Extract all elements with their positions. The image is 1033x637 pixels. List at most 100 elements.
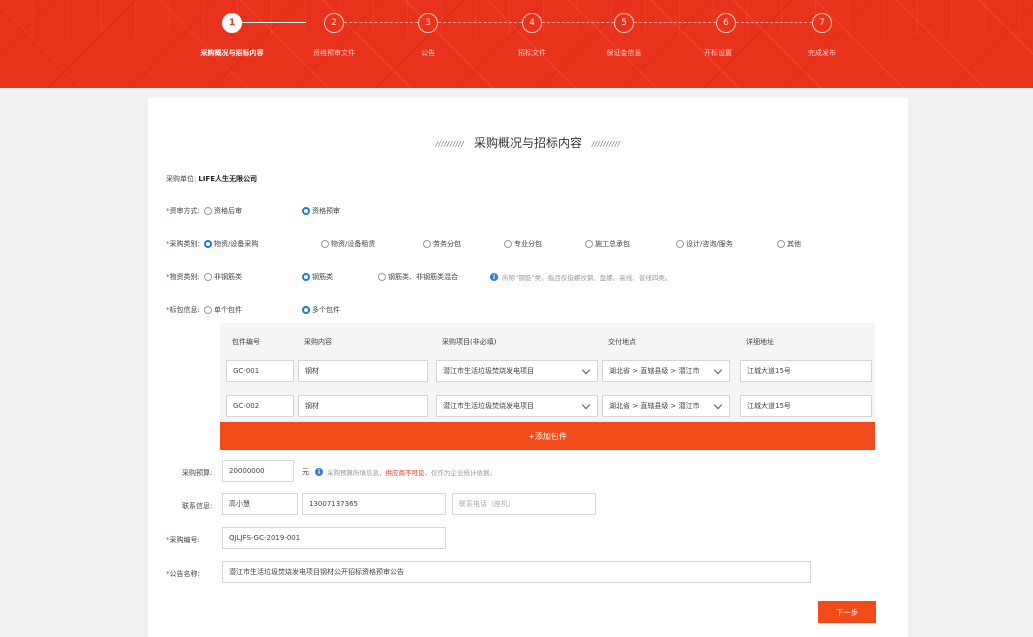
radio-icon [585,240,593,248]
package-option-multiple[interactable]: 多个包件 [302,305,340,315]
header-address: 详细地址 [746,338,774,346]
header-project: 采购项目(非必填) [442,338,497,346]
radio-icon [504,240,512,248]
category-option-other[interactable]: 其他 [777,239,801,249]
budget-unit: 元 [302,468,309,476]
table-row: GC-001 钢材 潜江市生活垃圾焚烧发电项目 湖北省 > 直辖县级 > 潜江市… [220,360,875,386]
material-option-rebar[interactable]: 钢筋类 [302,272,333,282]
budget-input[interactable]: 20000000 [222,460,294,482]
category-label: *采购类别: [166,240,200,248]
radio-checked-icon [302,207,310,215]
step-2-circle[interactable]: 2 [324,13,344,33]
contact-name-input[interactable]: 高小慧 [222,493,298,515]
radio-icon [423,240,431,248]
budget-hint-text: 采购预算所填信息，供应商不可见，仅作为企业统计依据。 [327,469,496,477]
budget-hint: 元 i 采购预算所填信息，供应商不可见，仅作为企业统计依据。 [302,467,496,477]
form-card: ////////// 采购概况与招标内容 ////////// 采购单位: LI… [148,98,908,637]
package-info-label: *标包信息: [166,306,200,314]
page-title: ////////// 采购概况与招标内容 ////////// [148,134,908,151]
material-option-mixed[interactable]: 钢筋类、非钢筋类混合 [378,272,458,282]
radio-icon [204,306,212,314]
category-option-specialty[interactable]: 专业分包 [504,239,542,249]
contact-phone-input[interactable]: 13007137365 [302,493,446,515]
step-4-label[interactable]: 招标文件 [518,48,546,58]
step-5-circle[interactable]: 5 [614,13,634,33]
radio-checked-icon [302,273,310,281]
radio-checked-icon [204,240,212,248]
progress-banner: 1 2 3 4 5 6 7 采购概况与招标内容 资格预审文件 公告 招标文件 保… [0,0,1033,88]
step-connector [344,22,418,23]
purchase-no-input[interactable]: QJLJFS-GC-2019-001 [222,527,446,549]
material-label: *物资类别: [166,273,200,281]
step-1-circle[interactable]: 1 [222,13,242,33]
radio-icon [321,240,329,248]
next-step-button[interactable]: 下一步 [818,601,876,623]
package-address-input[interactable]: 江城大道15号 [740,395,872,417]
table-row: GC-002 钢材 潜江市生活垃圾焚烧发电项目 湖北省 > 直辖县级 > 潜江市… [220,395,875,421]
radio-icon [378,273,386,281]
step-6-label[interactable]: 开标设置 [704,48,732,58]
package-code-input[interactable]: GC-002 [226,395,294,417]
page-title-text: 采购概况与招标内容 [473,136,582,150]
purchase-unit-value: LIFE人生无限公司 [198,175,257,183]
step-connector [634,22,716,23]
purchase-unit-label: 采购单位: [166,175,197,183]
category-row: *采购类别: 物资/设备采购 物资/设备租赁 劳务分包 专业分包 施工总承包 设… [166,239,886,249]
step-1-label[interactable]: 采购概况与招标内容 [201,48,264,58]
package-table-header: 包件编号 采购内容 采购项目(非必填) 交付地点 详细地址 [220,323,875,359]
step-5-label[interactable]: 保证金信息 [607,48,642,58]
header-location: 交付地点 [608,338,636,346]
material-hint: i 所称“钢筋”类，指且仅指螺纹钢、盘螺、高线、普线四类。 [484,272,671,282]
header-package-code: 包件编号 [232,338,260,346]
step-3-circle[interactable]: 3 [418,13,438,33]
step-connector [542,22,614,23]
package-location-select[interactable]: 湖北省 > 直辖县级 > 潜江市 [602,360,730,382]
category-option-labor[interactable]: 劳务分包 [423,239,461,249]
purchase-no-label: *采购编号: [166,536,200,544]
purchase-unit-row: 采购单位: LIFE人生无限公司 [166,174,257,184]
category-option-goods[interactable]: 物资/设备采购 [204,239,258,249]
review-method-row: *资审方式: 资格后审 资格预审 [166,206,886,216]
radio-icon [676,240,684,248]
step-connector [438,22,522,23]
step-7-label[interactable]: 完成发布 [808,48,836,58]
header-content: 采购内容 [304,338,332,346]
step-6-circle[interactable]: 6 [716,13,736,33]
package-location-select[interactable]: 湖北省 > 直辖县级 > 潜江市 [602,395,730,417]
category-option-general[interactable]: 施工总承包 [585,239,630,249]
category-option-rental[interactable]: 物资/设备租赁 [321,239,375,249]
category-option-design[interactable]: 设计/咨询/服务 [676,239,733,249]
radio-checked-icon [302,306,310,314]
title-decoration-left: ////////// [435,139,465,148]
package-address-input[interactable]: 江城大道15号 [740,360,872,382]
add-package-button[interactable]: +添加包件 [220,422,875,450]
notice-name-input[interactable]: 潜江市生活垃圾焚烧发电项目钢材公开招标资格预审公告 [222,561,811,583]
notice-name-label: *公告名称: [166,570,200,578]
material-option-non-rebar[interactable]: 非钢筋类 [204,272,242,282]
step-3-label[interactable]: 公告 [421,48,435,58]
step-7-circle[interactable]: 7 [812,13,832,33]
package-code-input[interactable]: GC-001 [226,360,294,382]
step-indicator: 1 2 3 4 5 6 7 采购概况与招标内容 资格预审文件 公告 招标文件 保… [0,0,1033,88]
review-option-post[interactable]: 资格后审 [204,206,242,216]
review-option-pre[interactable]: 资格预审 [302,206,340,216]
contact-label: 联系信息: [182,502,213,510]
material-row: *物资类别: 非钢筋类 钢筋类 钢筋类、非钢筋类混合 i 所称“钢筋”类，指且仅… [166,272,886,282]
step-4-circle[interactable]: 4 [522,13,542,33]
step-2-label[interactable]: 资格预审文件 [313,48,355,58]
info-icon: i [490,273,498,281]
step-connector [736,22,812,23]
radio-icon [204,207,212,215]
package-option-single[interactable]: 单个包件 [204,305,242,315]
budget-label: 采购预算: [182,469,213,477]
package-content-input[interactable]: 钢材 [298,395,428,417]
package-project-select[interactable]: 潜江市生活垃圾焚烧发电项目 [436,360,598,382]
title-decoration-right: ////////// [591,139,621,148]
package-project-select[interactable]: 潜江市生活垃圾焚烧发电项目 [436,395,598,417]
review-method-label: *资审方式: [166,207,200,215]
step-connector [242,22,306,23]
package-info-row: *标包信息: 单个包件 多个包件 [166,305,886,315]
radio-icon [204,273,212,281]
package-content-input[interactable]: 钢材 [298,360,428,382]
contact-tel-input[interactable]: 联系电话（座机） [452,493,596,515]
